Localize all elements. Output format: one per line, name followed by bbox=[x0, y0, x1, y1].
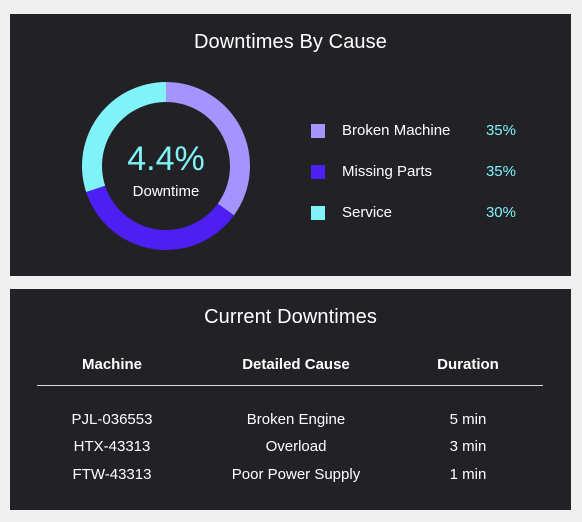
slice-service bbox=[82, 82, 166, 192]
legend-item-service: Service 30% bbox=[311, 203, 531, 223]
cell-duration: 3 min bbox=[449, 438, 487, 455]
cell-cause: Poor Power Supply bbox=[231, 466, 361, 483]
downtimes-by-cause-panel: Downtimes By Cause 4.4% Downtime Broken … bbox=[10, 14, 571, 276]
legend-label: Broken Machine bbox=[342, 122, 451, 139]
header-divider bbox=[37, 385, 543, 386]
cell-duration: 5 min bbox=[449, 411, 487, 428]
legend-percent: 30% bbox=[485, 204, 516, 221]
table-panel-title: Current Downtimes bbox=[204, 306, 377, 328]
legend-swatch bbox=[311, 206, 325, 220]
legend-swatch bbox=[311, 165, 325, 179]
column-header-duration: Duration bbox=[437, 356, 499, 373]
legend-percent: 35% bbox=[485, 163, 516, 180]
column-header-cause: Detailed Cause bbox=[242, 356, 350, 373]
cell-machine: HTX-43313 bbox=[73, 438, 151, 455]
slice-missing-parts bbox=[86, 185, 234, 250]
cell-machine: PJL-036553 bbox=[71, 411, 153, 428]
cell-duration: 1 min bbox=[449, 466, 487, 483]
legend-item-broken-machine: Broken Machine 35% bbox=[311, 121, 531, 141]
legend-percent: 35% bbox=[485, 122, 516, 139]
donut-panel-title: Downtimes By Cause bbox=[194, 31, 387, 53]
cell-cause: Broken Engine bbox=[246, 411, 346, 428]
legend-item-missing-parts: Missing Parts 35% bbox=[311, 162, 531, 182]
column-header-machine: Machine bbox=[81, 356, 142, 373]
legend-label: Missing Parts bbox=[342, 163, 433, 180]
donut-chart bbox=[82, 82, 250, 250]
current-downtimes-panel: Current Downtimes Machine Detailed Cause… bbox=[10, 289, 571, 510]
legend-label: Service bbox=[342, 204, 393, 221]
slice-broken-machine bbox=[166, 82, 250, 216]
cell-machine: FTW-43313 bbox=[72, 466, 152, 483]
legend-swatch bbox=[311, 124, 325, 138]
cell-cause: Overload bbox=[265, 438, 327, 455]
